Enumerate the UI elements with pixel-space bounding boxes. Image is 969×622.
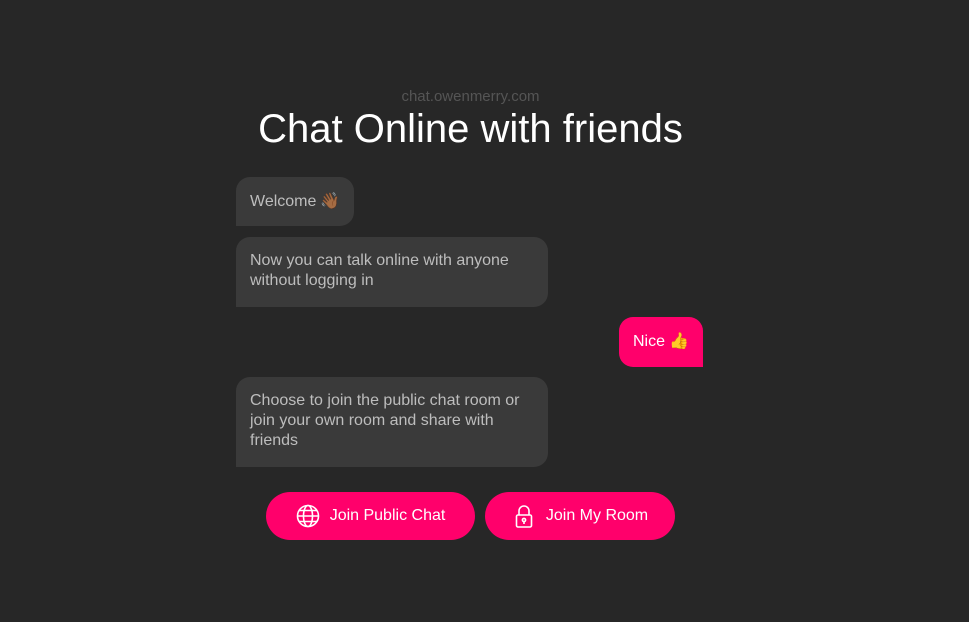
lock-icon bbox=[512, 504, 536, 528]
waving-hand-emoji-icon: 👋🏾 bbox=[320, 191, 341, 210]
join-public-chat-label: Join Public Chat bbox=[329, 507, 446, 524]
join-my-room-button[interactable]: Join My Room bbox=[485, 492, 675, 540]
message-text: Welcome bbox=[250, 193, 317, 210]
chat-bubble-intro: Now you can talk online with anyone with… bbox=[236, 237, 548, 307]
join-my-room-label: Join My Room bbox=[545, 507, 649, 524]
chat-bubble-welcome: Welcome 👋🏾 bbox=[236, 177, 355, 226]
landing-page: chat.owenmerry.com Chat Online with frie… bbox=[0, 0, 969, 622]
site-url: chat.owenmerry.com bbox=[401, 88, 540, 105]
message-text: Choose to join the public chat room or j… bbox=[250, 392, 520, 449]
globe-icon bbox=[296, 504, 320, 528]
chat-bubble-reply: Nice 👍 bbox=[619, 317, 703, 367]
join-public-chat-button[interactable]: Join Public Chat bbox=[266, 492, 475, 540]
chat-bubble-instructions: Choose to join the public chat room or j… bbox=[236, 377, 548, 467]
page-title: Chat Online with friends bbox=[258, 107, 683, 151]
message-text: Nice bbox=[633, 333, 666, 350]
message-text: Now you can talk online with anyone with… bbox=[250, 252, 509, 289]
thumbs-up-emoji-icon: 👍 bbox=[669, 331, 689, 350]
